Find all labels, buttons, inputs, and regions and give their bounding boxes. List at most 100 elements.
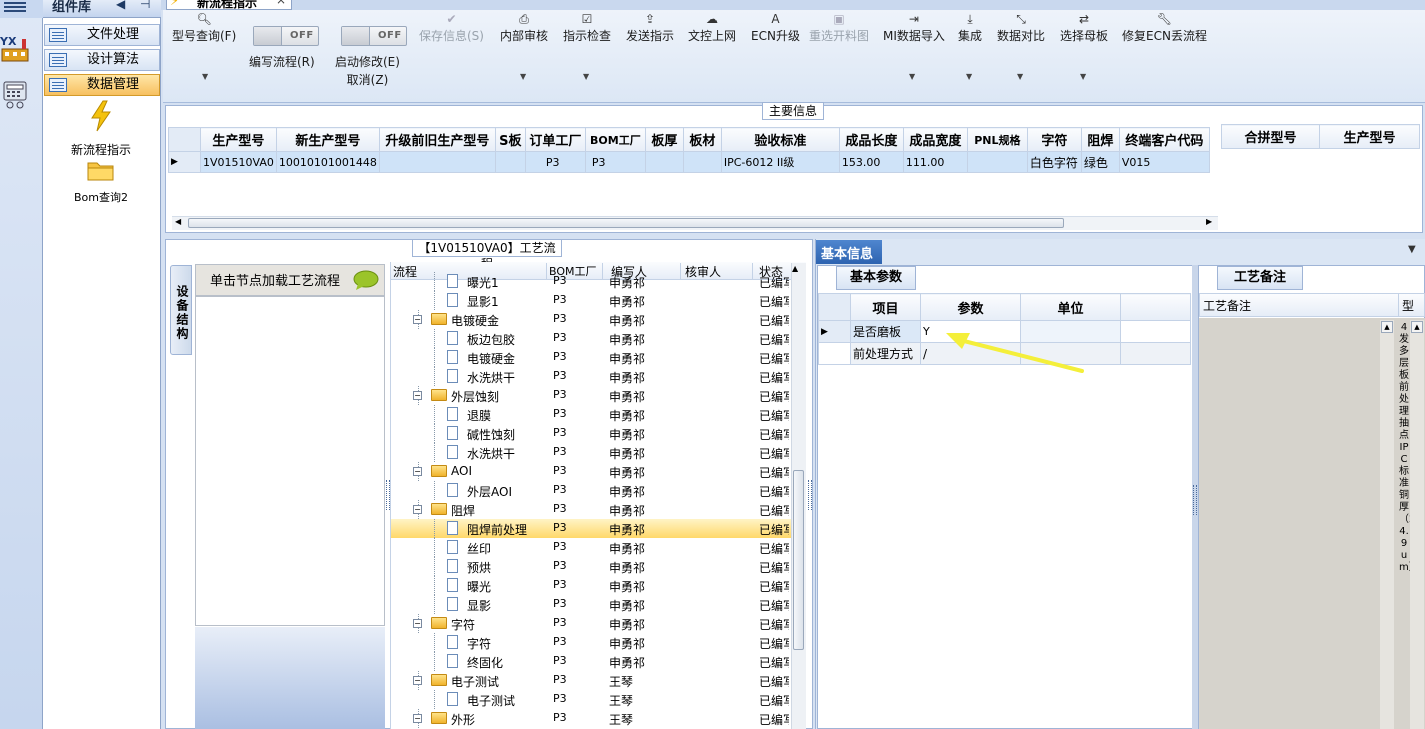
tree-row[interactable]: 曝光1 P3 申勇祁 已编写 bbox=[391, 272, 791, 291]
reselect-cutting-chart-button[interactable]: ▣ 重选开料图 bbox=[809, 12, 869, 44]
tree-row[interactable]: 电镀硬金 P3 申勇祁 已编写 bbox=[391, 348, 791, 367]
chevron-down-icon[interactable]: ▼ bbox=[966, 72, 972, 81]
table-cell[interactable] bbox=[494, 151, 526, 173]
tree-row[interactable]: 终固化 P3 申勇祁 已编写 bbox=[391, 652, 791, 671]
tab-basic-info[interactable]: 基本信息 bbox=[816, 240, 882, 264]
tree-row[interactable]: 曝光 P3 申勇祁 已编写 bbox=[391, 576, 791, 595]
table-cell[interactable]: 153.00 bbox=[838, 151, 904, 173]
table-cell[interactable]: IPC-6012 II级 bbox=[720, 151, 840, 173]
tree-folder-row[interactable]: − 外层蚀刻 P3 申勇祁 已编写 bbox=[391, 386, 791, 405]
column-header[interactable]: 阻焊 bbox=[1080, 127, 1120, 152]
hamburger-icon[interactable] bbox=[4, 0, 26, 14]
chevron-down-icon[interactable]: ▼ bbox=[202, 72, 208, 81]
tree-row[interactable]: 阻焊前处理 P3 申勇祁 已编写 bbox=[391, 519, 791, 538]
integration-button[interactable]: ⤓ 集成 ▼ bbox=[958, 12, 982, 81]
column-header[interactable]: 板厚 bbox=[644, 127, 684, 152]
chevron-down-icon[interactable]: ▼ bbox=[583, 72, 589, 81]
arrow-left-icon[interactable]: ◀ bbox=[116, 0, 125, 11]
column-header[interactable]: 升级前旧生产型号 bbox=[378, 127, 496, 152]
table-row[interactable]: ▶ 1V01510VA0 10010101001448 P3 P3 IPC-60… bbox=[168, 151, 1210, 173]
table-cell[interactable]: 111.00 bbox=[902, 151, 968, 173]
tree-folder-row[interactable]: − 字符 P3 申勇祁 已编写 bbox=[391, 614, 791, 633]
column-header[interactable]: 新生产型号 bbox=[275, 127, 380, 152]
tree-row[interactable]: 板边包胶 P3 申勇祁 已编写 bbox=[391, 329, 791, 348]
column-header[interactable]: 验收标准 bbox=[720, 127, 840, 152]
pin-icon[interactable]: ⊣ bbox=[140, 0, 150, 11]
column-header[interactable]: 成品长度 bbox=[838, 127, 904, 152]
scroll-up-icon[interactable]: ▲ bbox=[792, 264, 798, 273]
scrollbar-thumb[interactable] bbox=[188, 218, 1064, 228]
ecn-upgrade-button[interactable]: A ECN升级 bbox=[751, 12, 800, 44]
column-header[interactable]: 字符 bbox=[1026, 127, 1082, 152]
table-cell[interactable]: P3 bbox=[524, 151, 586, 173]
chevron-down-icon[interactable]: ▼ bbox=[909, 72, 915, 81]
table-cell[interactable]: P3 bbox=[584, 151, 646, 173]
tree-row[interactable]: 预烘 P3 申勇祁 已编写 bbox=[391, 557, 791, 576]
tree-row[interactable]: 水洗烘干 P3 申勇祁 已编写 bbox=[391, 367, 791, 386]
tree-folder-row[interactable]: − 阻焊 P3 申勇祁 已编写 bbox=[391, 500, 791, 519]
save-info-button[interactable]: ✔ 保存信息(S) bbox=[419, 12, 484, 44]
chevron-down-icon[interactable]: ▼ bbox=[520, 72, 526, 81]
mi-data-import-button[interactable]: ⇥ MI数据导入 ▼ bbox=[883, 12, 945, 81]
model-query-button[interactable]: 🔍︎ 型号查询(F) ▼ bbox=[172, 12, 236, 81]
column-header[interactable]: 成品宽度 bbox=[902, 127, 968, 152]
tree-row[interactable]: 电子测试 P3 王琴 已编写 bbox=[391, 690, 791, 709]
column-header[interactable]: 合拼型号 bbox=[1221, 124, 1320, 149]
table-cell[interactable] bbox=[644, 151, 684, 173]
scroll-up-icon[interactable]: ▲ bbox=[1411, 321, 1423, 333]
tree-folder-row[interactable]: − 外形 P3 王琴 已编写 bbox=[391, 709, 791, 728]
tree-collapse-icon[interactable]: − bbox=[413, 619, 422, 628]
factory-icon[interactable]: YX bbox=[0, 33, 30, 63]
write-flow-toggle[interactable]: OFF bbox=[253, 26, 319, 46]
column-header[interactable]: 参数 bbox=[920, 293, 1021, 321]
vertical-scrollbar[interactable] bbox=[1410, 320, 1424, 729]
column-header[interactable]: S板 bbox=[494, 127, 526, 152]
column-header[interactable]: 订单工厂 bbox=[524, 127, 586, 152]
tree-collapse-icon[interactable]: − bbox=[413, 467, 422, 476]
tree-collapse-icon[interactable]: − bbox=[413, 676, 422, 685]
tree-row[interactable]: 丝印 P3 申勇祁 已编写 bbox=[391, 538, 791, 557]
start-edit-toggle[interactable]: OFF bbox=[341, 26, 407, 46]
repair-ecn-flow-button[interactable]: 🔧︎ 修复ECN丢流程 bbox=[1122, 12, 1207, 44]
scroll-right-icon[interactable]: ▶ bbox=[1206, 217, 1212, 226]
tree-collapse-icon[interactable]: − bbox=[413, 714, 422, 723]
new-flow-link[interactable]: 新流程指示 bbox=[70, 100, 132, 158]
scroll-up-icon[interactable]: ▲ bbox=[1381, 321, 1393, 333]
tree-row[interactable]: 碱性蚀刻 P3 申勇祁 已编写 bbox=[391, 424, 791, 443]
instruction-check-button[interactable]: ☑ 指示检查 ▼ bbox=[563, 12, 611, 81]
send-instruction-button[interactable]: ⇪ 发送指示 bbox=[626, 12, 674, 44]
tree-row[interactable]: 字符 P3 申勇祁 已编写 bbox=[391, 633, 791, 652]
chevron-down-icon[interactable]: ▼ bbox=[1080, 72, 1086, 81]
column-header[interactable]: 板材 bbox=[682, 127, 722, 152]
nav-item-file-processing[interactable]: 文件处理 bbox=[44, 24, 160, 46]
tree-folder-row[interactable]: − 电镀硬金 P3 申勇祁 已编写 bbox=[391, 310, 791, 329]
column-header[interactable]: 生产型号 bbox=[200, 127, 277, 152]
close-icon[interactable]: × bbox=[276, 0, 286, 7]
tree-row[interactable]: 水洗烘干 P3 申勇祁 已编写 bbox=[391, 443, 791, 462]
table-cell[interactable]: 1V01510VA0 bbox=[200, 151, 277, 173]
chevron-down-icon[interactable]: ▼ bbox=[1408, 244, 1416, 255]
nav-item-data-management[interactable]: 数据管理 bbox=[44, 74, 160, 96]
tab-equipment-structure[interactable]: 设备结构 bbox=[170, 265, 192, 355]
bom-query-link[interactable]: Bom查询2 bbox=[70, 158, 132, 205]
table-cell[interactable]: V015 bbox=[1118, 151, 1210, 173]
data-compare-button[interactable]: ⤡ 数据对比 ▼ bbox=[997, 12, 1045, 81]
scrollbar-thumb[interactable] bbox=[793, 470, 804, 650]
tree-collapse-icon[interactable]: − bbox=[413, 391, 422, 400]
scroll-left-icon[interactable]: ◀ bbox=[175, 217, 181, 226]
tab-basic-params[interactable]: 基本参数 bbox=[836, 266, 916, 290]
table-cell[interactable] bbox=[378, 151, 496, 173]
tree-folder-row[interactable]: − AOI P3 申勇祁 已编写 bbox=[391, 462, 791, 481]
vertical-scrollbar[interactable] bbox=[1380, 320, 1394, 729]
tree-row[interactable]: 退膜 P3 申勇祁 已编写 bbox=[391, 405, 791, 424]
chevron-down-icon[interactable]: ▼ bbox=[1017, 72, 1023, 81]
nav-item-design-algorithm[interactable]: 设计算法 bbox=[44, 49, 160, 71]
tree-collapse-icon[interactable]: − bbox=[413, 505, 422, 514]
tree-collapse-icon[interactable]: − bbox=[413, 315, 422, 324]
column-header[interactable]: 终端客户代码 bbox=[1118, 127, 1210, 152]
internal-review-button[interactable]: ⎙ 内部审核 ▼ bbox=[500, 12, 548, 81]
tree-folder-row[interactable]: − 电子测试 P3 王琴 已编写 bbox=[391, 671, 791, 690]
select-motherboard-button[interactable]: ⇄ 选择母板 ▼ bbox=[1060, 12, 1108, 81]
table-cell[interactable] bbox=[966, 151, 1028, 173]
table-cell[interactable]: 绿色 bbox=[1080, 151, 1120, 173]
